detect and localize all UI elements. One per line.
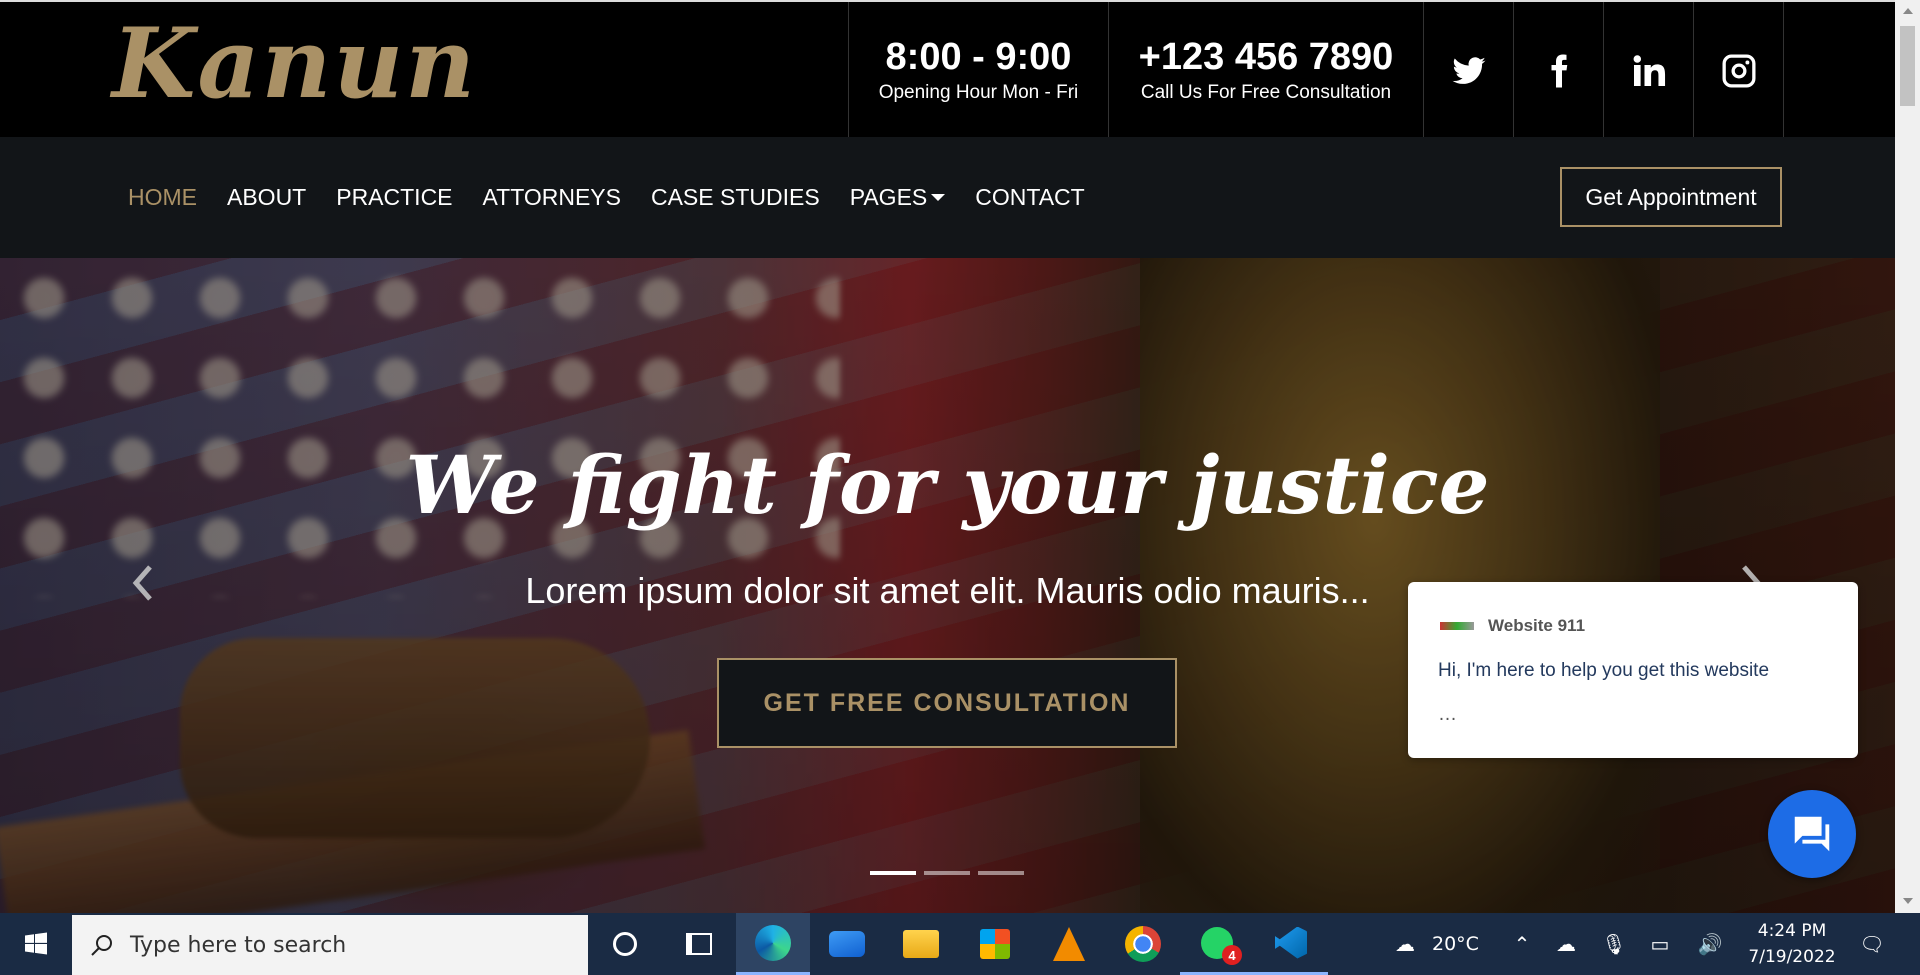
task-view-icon bbox=[686, 933, 712, 955]
linkedin-icon bbox=[1633, 54, 1665, 86]
main-navigation: HOME ABOUT PRACTICE ATTORNEYS CASE STUDI… bbox=[0, 137, 1895, 258]
nav-item-pages[interactable]: PAGES bbox=[850, 184, 946, 211]
notification-badge: 4 bbox=[1222, 945, 1242, 965]
file-explorer-icon bbox=[903, 930, 939, 958]
scroll-down-arrow[interactable] bbox=[1903, 898, 1913, 904]
nav-item-contact[interactable]: CONTACT bbox=[975, 184, 1084, 211]
facebook-link[interactable] bbox=[1514, 2, 1604, 139]
chat-message-ellipsis: … bbox=[1438, 704, 1457, 725]
page-scrollbar[interactable] bbox=[1895, 0, 1920, 913]
store-taskbar-button[interactable] bbox=[958, 913, 1032, 975]
task-view-button[interactable] bbox=[662, 913, 736, 975]
chrome-icon bbox=[1125, 926, 1161, 962]
nav-item-practice[interactable]: PRACTICE bbox=[336, 184, 452, 211]
chat-message: Hi, I'm here to help you get this websit… bbox=[1438, 660, 1770, 681]
clock-date[interactable]: 7/19/2022 bbox=[1742, 947, 1842, 967]
chat-agent-name: Website 911 bbox=[1488, 616, 1586, 635]
twitter-link[interactable] bbox=[1424, 2, 1514, 139]
opening-hours-value: 8:00 - 9:00 bbox=[885, 35, 1072, 78]
carousel-indicators bbox=[870, 871, 1024, 875]
chevron-left-icon bbox=[132, 565, 152, 601]
chevron-up-icon[interactable]: ⌃ bbox=[1508, 930, 1536, 958]
phone-contact: +123 456 7890 Call Us For Free Consultat… bbox=[1108, 2, 1424, 139]
edge-taskbar-button[interactable] bbox=[736, 913, 810, 975]
hero-title: We fight for your justice bbox=[405, 438, 1490, 532]
top-bar: Kanun 8:00 - 9:00 Opening Hour Mon - Fri… bbox=[0, 0, 1895, 139]
instagram-icon bbox=[1722, 54, 1755, 87]
get-appointment-button[interactable]: Get Appointment bbox=[1560, 167, 1782, 227]
volume-icon[interactable]: 🔊 bbox=[1696, 930, 1724, 958]
nav-item-pages-label: PAGES bbox=[849, 184, 928, 210]
nav-item-attorneys[interactable]: ATTORNEYS bbox=[483, 184, 621, 211]
vscode-taskbar-button[interactable] bbox=[1254, 913, 1328, 975]
instagram-link[interactable] bbox=[1694, 2, 1784, 139]
opening-hours: 8:00 - 9:00 Opening Hour Mon - Fri bbox=[848, 2, 1108, 139]
store-icon bbox=[980, 929, 1010, 959]
phone-number[interactable]: +123 456 7890 bbox=[1139, 36, 1394, 79]
edge-icon bbox=[755, 924, 791, 961]
cortana-button[interactable] bbox=[588, 913, 662, 975]
free-consultation-button[interactable]: GET FREE CONSULTATION bbox=[717, 658, 1177, 748]
weather-temperature[interactable]: 20°C bbox=[1432, 933, 1479, 955]
windows-taskbar: Type here to search 4 ☁ 20°C ⌃ ☁ 🎙 ▭ 🔊 4… bbox=[0, 913, 1920, 975]
file-explorer-taskbar-button[interactable] bbox=[884, 913, 958, 975]
search-placeholder: Type here to search bbox=[130, 932, 347, 958]
mail-icon bbox=[829, 931, 865, 957]
microphone-icon[interactable]: 🎙 bbox=[1600, 930, 1628, 958]
onedrive-icon[interactable]: ☁ bbox=[1552, 930, 1580, 958]
nav-item-case-studies[interactable]: CASE STUDIES bbox=[651, 184, 820, 211]
start-button[interactable] bbox=[0, 913, 72, 975]
chat-agent-logo bbox=[1440, 622, 1474, 630]
nav-item-home[interactable]: HOME bbox=[128, 184, 197, 211]
clock-time[interactable]: 4:24 PM bbox=[1746, 921, 1838, 941]
linkedin-link[interactable] bbox=[1604, 2, 1694, 139]
vscode-icon bbox=[1275, 926, 1307, 959]
twitter-icon bbox=[1452, 56, 1485, 84]
whatsapp-taskbar-button[interactable]: 4 bbox=[1180, 913, 1254, 975]
carousel-indicator[interactable] bbox=[924, 871, 970, 875]
notification-center-icon[interactable]: 🗨 bbox=[1858, 930, 1886, 958]
chrome-taskbar-button[interactable] bbox=[1106, 913, 1180, 975]
mail-taskbar-button[interactable] bbox=[810, 913, 884, 975]
facebook-icon bbox=[1551, 54, 1567, 87]
chat-launcher-button[interactable] bbox=[1768, 790, 1856, 878]
windows-logo-icon bbox=[25, 932, 47, 955]
opening-hours-label: Opening Hour Mon - Fri bbox=[878, 82, 1079, 104]
chat-popup[interactable]: Website 911 Hi, I'm here to help you get… bbox=[1408, 582, 1858, 758]
carousel-prev-button[interactable] bbox=[130, 563, 154, 603]
weather-icon[interactable]: ☁ bbox=[1388, 930, 1422, 958]
search-icon bbox=[91, 935, 112, 956]
site-logo[interactable]: Kanun bbox=[112, 16, 477, 112]
nav-item-about[interactable]: ABOUT bbox=[227, 184, 306, 211]
carousel-indicator[interactable] bbox=[870, 871, 916, 875]
vlc-icon bbox=[1053, 927, 1085, 961]
chevron-down-icon bbox=[931, 194, 946, 201]
taskbar-search[interactable]: Type here to search bbox=[72, 915, 588, 975]
cortana-icon bbox=[613, 932, 637, 956]
scroll-thumb[interactable] bbox=[1900, 26, 1915, 106]
scroll-up-arrow[interactable] bbox=[1903, 8, 1913, 14]
vlc-taskbar-button[interactable] bbox=[1032, 913, 1106, 975]
phone-label: Call Us For Free Consultation bbox=[1140, 82, 1392, 104]
carousel-indicator[interactable] bbox=[978, 871, 1024, 875]
chat-bubble-icon bbox=[1794, 816, 1830, 852]
battery-icon[interactable]: ▭ bbox=[1646, 930, 1674, 958]
nav-menu: HOME ABOUT PRACTICE ATTORNEYS CASE STUDI… bbox=[128, 137, 1115, 258]
